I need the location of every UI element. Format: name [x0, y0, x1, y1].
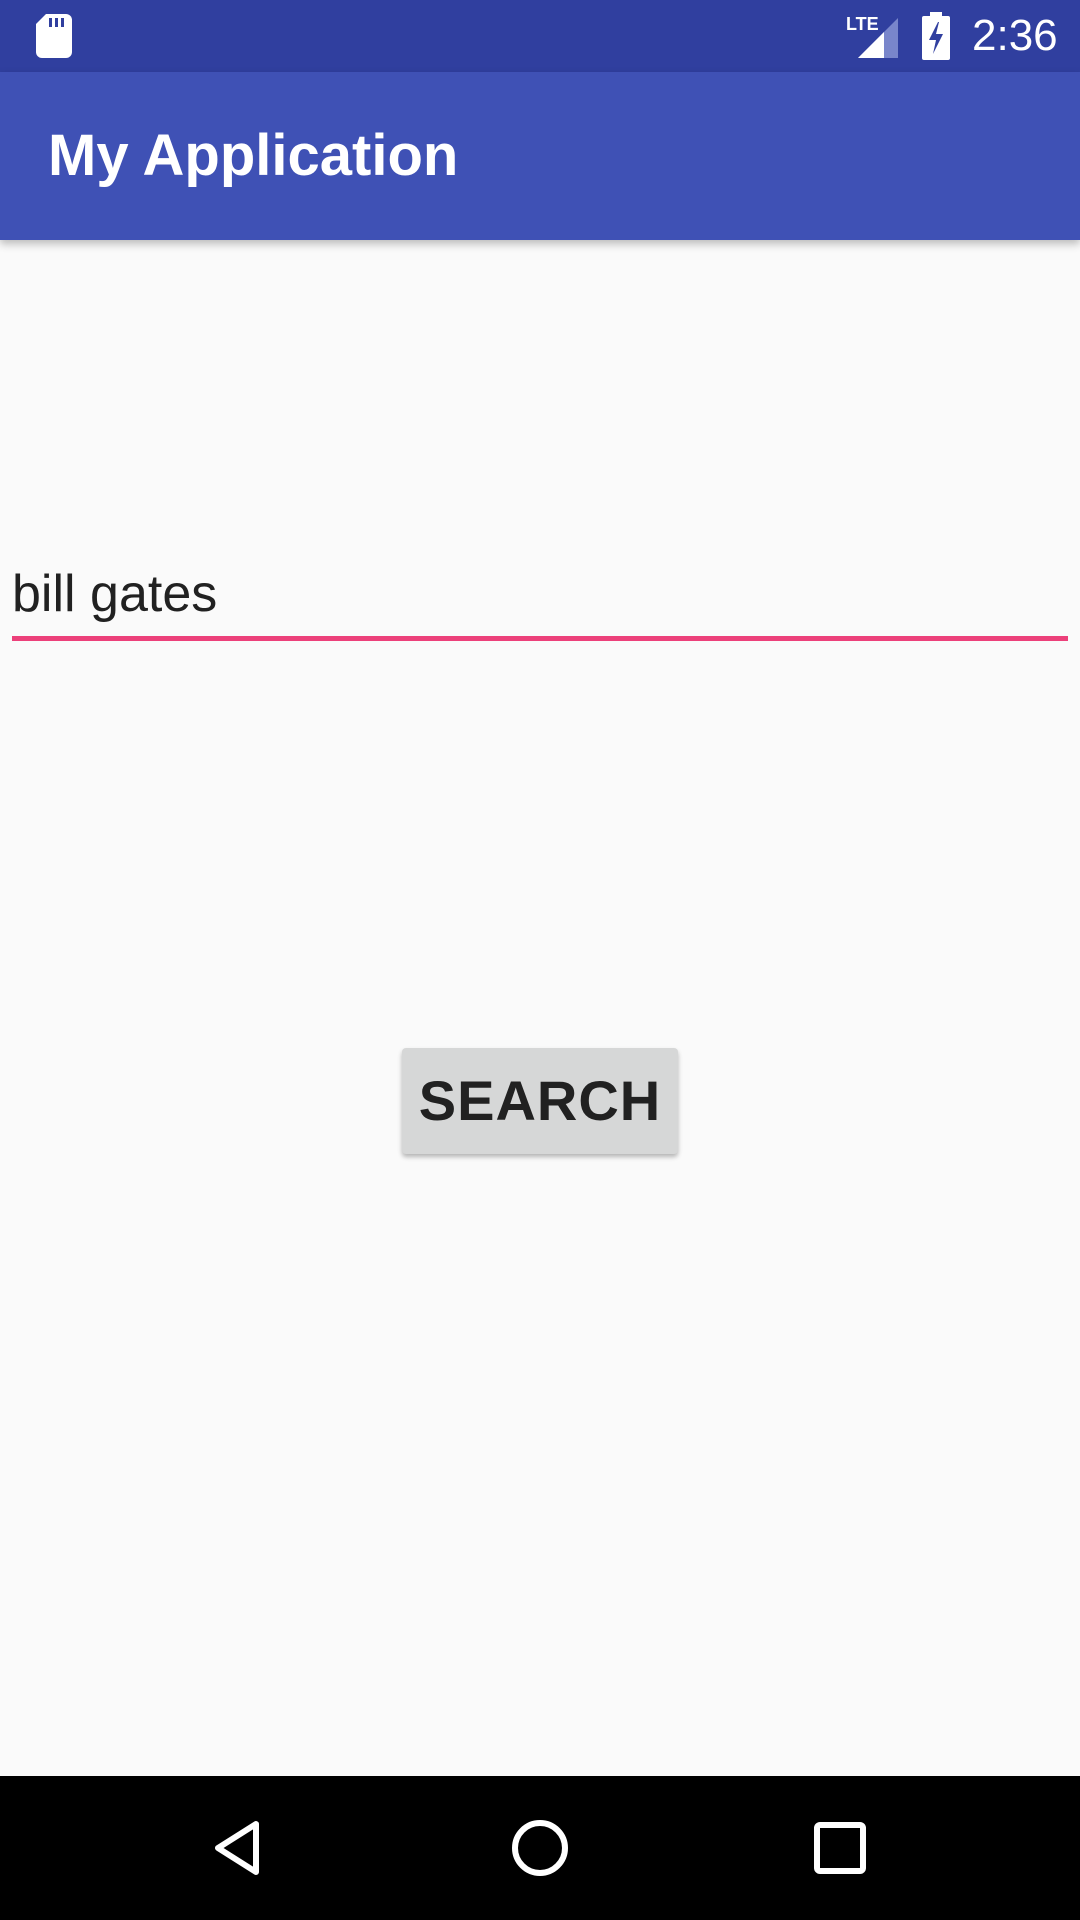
search-input[interactable] — [12, 552, 1068, 641]
back-icon — [215, 1821, 259, 1875]
app-bar: My Application — [0, 72, 1080, 240]
home-button[interactable] — [490, 1798, 590, 1898]
navigation-bar — [0, 1776, 1080, 1920]
lte-label: LTE — [846, 14, 879, 34]
home-icon — [512, 1820, 568, 1876]
back-button[interactable] — [190, 1798, 290, 1898]
screen: LTE 2:36 My Application SEARCH — [0, 0, 1080, 1920]
battery-charging-icon — [922, 12, 950, 60]
status-time: 2:36 — [972, 11, 1058, 60]
lte-signal-icon: LTE — [846, 14, 898, 58]
sd-card-icon — [36, 14, 72, 58]
main-content: SEARCH — [0, 240, 1080, 1776]
search-button[interactable]: SEARCH — [402, 1048, 678, 1154]
app-title: My Application — [48, 123, 459, 188]
recents-button[interactable] — [790, 1798, 890, 1898]
status-bar: LTE 2:36 — [0, 0, 1080, 72]
recents-icon — [814, 1822, 866, 1874]
